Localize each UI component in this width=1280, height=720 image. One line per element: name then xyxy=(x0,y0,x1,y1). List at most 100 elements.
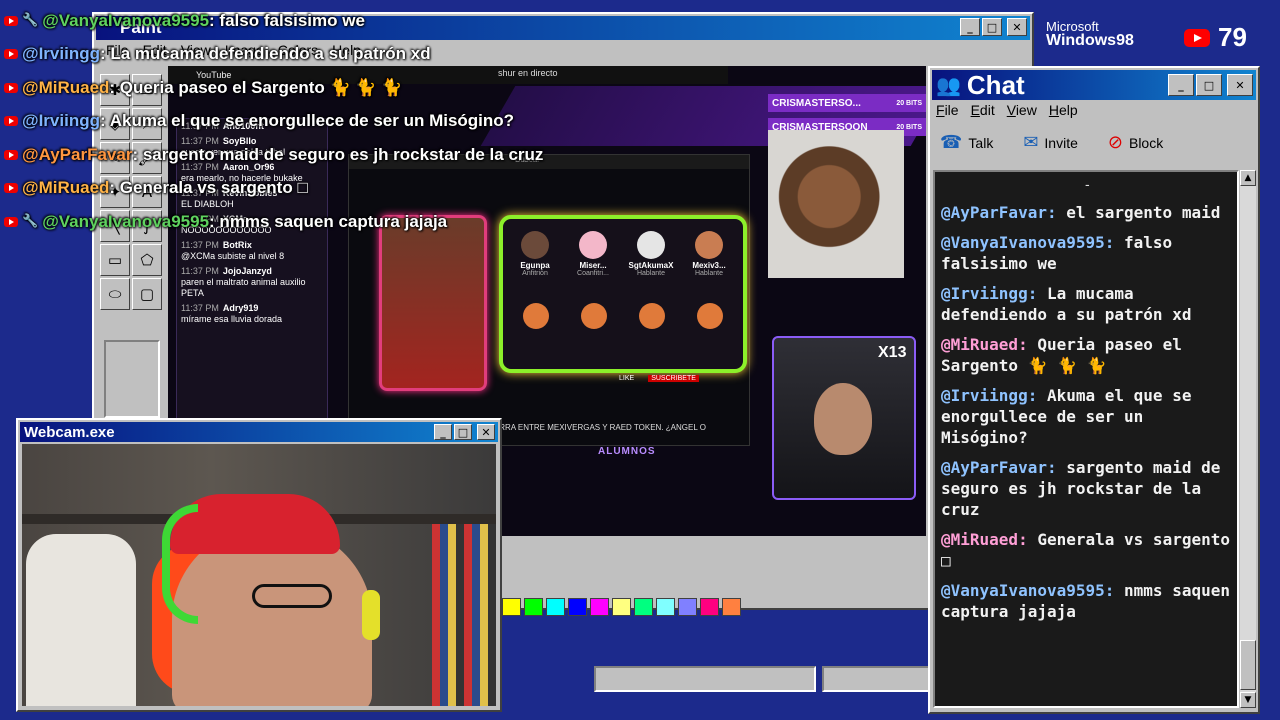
color-swatch[interactable] xyxy=(524,598,543,616)
chat-menu-item[interactable]: View xyxy=(1007,102,1037,118)
chat-message-user: @AyParFavar: xyxy=(941,203,1057,222)
overlay-chat-user: @Irviingg xyxy=(22,44,100,64)
participant-role: Hablante xyxy=(636,270,666,277)
stream-chat-time: 11:37 PM xyxy=(181,303,219,313)
participant-name: Egunpa xyxy=(520,261,550,270)
status-cell xyxy=(594,666,816,692)
overlay-chat-line: @Irviingg: La mucama defendiendo a su pa… xyxy=(4,38,604,72)
minimize-button[interactable]: _ xyxy=(434,424,452,440)
participant-role: Hablante xyxy=(694,270,724,277)
color-swatch[interactable] xyxy=(656,598,675,616)
minimize-button[interactable]: _ xyxy=(1168,74,1194,96)
tool-options[interactable] xyxy=(104,340,160,418)
stream-chat-header: 11:37 PM Adry919 xyxy=(181,303,323,314)
overlay-chat-line: @Irviingg: Akuma el que se enorgullece d… xyxy=(4,105,604,139)
chat-tool-button[interactable]: ☎ Talk xyxy=(940,132,993,153)
color-swatch[interactable] xyxy=(546,598,565,616)
overlay-chat-user: @MiRuaed xyxy=(22,178,110,198)
overlay-chat-text: : Generala vs sargento □ xyxy=(109,178,308,198)
minimize-button[interactable]: _ xyxy=(960,18,980,36)
chat-message-user: @Irviingg: xyxy=(941,386,1038,405)
chat-window: 👥 Chat _ □ ✕ File Edit View Help ☎ Talk ✉ Invi… xyxy=(928,66,1260,714)
color-swatch[interactable] xyxy=(722,598,741,616)
stream-chat-row: 11:37 PM BotRix @XCMa subiste al nivel 8 xyxy=(177,238,327,264)
chat-scrollbar[interactable]: ▲ ▼ xyxy=(1240,170,1256,708)
stream-chat-time: 11:37 PM xyxy=(181,240,219,250)
stream-chat-row: 11:37 PM Adry919 mírame esa lluvia dorada xyxy=(177,301,327,327)
paint-tool-icon[interactable]: ⬭ xyxy=(100,278,130,310)
color-swatch[interactable] xyxy=(502,598,521,616)
maximize-button[interactable]: □ xyxy=(1196,74,1222,96)
alumnos-logo: ALUMNOS xyxy=(598,446,656,457)
chat-tool-label: Invite xyxy=(1044,134,1078,151)
color-swatch[interactable] xyxy=(634,598,653,616)
overlay-chat-text: : Queria paseo el Sargento 🐈 🐈 🐈 xyxy=(109,77,403,97)
paint-tool-icon[interactable]: ▭ xyxy=(100,244,130,276)
participants-grid: Egunpa Anfitrión Miser... Coanfitri... SgtAk… xyxy=(499,215,747,373)
stream-chat-header: 11:37 PM JojoJanzyd xyxy=(181,266,323,277)
stream-chat-user: Adry919 xyxy=(222,303,259,313)
stream-chat-text: @XCMa subiste al nivel 8 xyxy=(181,251,285,261)
bits-amount: 20 BITS xyxy=(896,99,922,107)
bookshelf xyxy=(432,524,496,706)
talk-icon: ☎ xyxy=(940,132,963,153)
chat-message-user: @VanyaIvanova9595: xyxy=(941,233,1115,252)
cut-message-fragment: - xyxy=(1085,176,1090,192)
chat-tool-button[interactable]: ✉ Invite xyxy=(1023,132,1078,153)
color-swatch[interactable] xyxy=(568,598,587,616)
close-button[interactable]: ✕ xyxy=(1227,74,1253,96)
youtube-icon xyxy=(4,116,18,127)
color-swatch[interactable] xyxy=(678,598,697,616)
scroll-down-arrow[interactable]: ▼ xyxy=(1240,692,1256,708)
overlay-chat-text: : nmms saquen captura jajaja xyxy=(209,211,448,231)
chat-title: Chat xyxy=(966,69,1025,100)
overlay-chat-line: 🔧 @VanyaIvanova9595: nmms saquen captura … xyxy=(4,205,604,239)
overlay-chat-user: @MiRuaed xyxy=(22,77,110,97)
chat-messages-pane[interactable]: - @AyParFavar: el sargento maid @VanyaIva… xyxy=(933,170,1239,708)
overlay-chat: 🔧 @VanyaIvanova9595: falso falsisimo we @I… xyxy=(4,4,604,239)
youtube-icon xyxy=(4,15,18,26)
chair xyxy=(26,534,136,706)
chat-menu-item[interactable]: File xyxy=(936,102,959,118)
wrench-icon: 🔧 xyxy=(22,214,39,230)
color-swatch[interactable] xyxy=(612,598,631,616)
chat-menu-item[interactable]: Edit xyxy=(971,102,995,118)
chat-message: @MiRuaed: Queria paseo el Sargento 🐈 🐈 🐈 xyxy=(941,334,1233,376)
chat-tool-button[interactable]: ⊘ Block xyxy=(1108,132,1163,153)
guest-face xyxy=(814,383,872,455)
close-button[interactable]: ✕ xyxy=(477,424,495,440)
chat-titlebar[interactable]: 👥 Chat _ □ ✕ xyxy=(932,70,1256,100)
color-swatch[interactable] xyxy=(590,598,609,616)
overlay-chat-text: : La mucama defendiendo a su patrón xd xyxy=(99,44,431,64)
viewer-counter: 79 xyxy=(1184,22,1247,53)
maximize-button[interactable]: □ xyxy=(982,18,1002,36)
chat-message-user: @MiRuaed: xyxy=(941,335,1028,354)
webcam-titlebar[interactable]: Webcam.exe _ □ ✕ xyxy=(20,422,498,442)
chat-message-text: el sargento maid xyxy=(1056,203,1221,222)
stream-chat-time: 11:37 PM xyxy=(181,266,219,276)
overlay-chat-line: 🔧 @VanyaIvanova9595: falso falsisimo we xyxy=(4,4,604,38)
maximize-button[interactable]: □ xyxy=(454,424,472,440)
viewer-count: 79 xyxy=(1218,22,1247,52)
listener-avatar xyxy=(581,303,607,329)
chat-message-user: @VanyaIvanova9595: xyxy=(941,581,1115,600)
chat-message: @VanyaIvanova9595: falso falsisimo we xyxy=(941,232,1233,274)
chat-menu-item[interactable]: Help xyxy=(1049,102,1078,118)
chat-message: @VanyaIvanova9595: nmms saquen captura j… xyxy=(941,580,1233,622)
chat-tool-label: Talk xyxy=(968,134,994,151)
subscribe-label: SUSCRIBETE xyxy=(648,375,699,382)
color-swatch[interactable] xyxy=(700,598,719,616)
overlay-chat-user: @Irviingg xyxy=(22,111,100,131)
participant-tile: Mexiv3... Hablante xyxy=(683,231,735,277)
participant-tile: SgtAkumaX Hablante xyxy=(625,231,677,277)
scroll-up-arrow[interactable]: ▲ xyxy=(1240,170,1256,186)
scroll-thumb[interactable] xyxy=(1240,640,1256,690)
paint-tool-icon[interactable]: ⬠ xyxy=(132,244,162,276)
chat-message-user: @AyParFavar: xyxy=(941,458,1057,477)
close-button[interactable]: ✕ xyxy=(1007,18,1027,36)
paint-tool-icon[interactable]: ▢ xyxy=(132,278,162,310)
participant-role: Anfitrión xyxy=(522,270,548,277)
participant-role: Coanfitri... xyxy=(577,270,609,277)
x13-badge: X13 xyxy=(878,344,907,361)
youtube-icon xyxy=(4,183,18,194)
